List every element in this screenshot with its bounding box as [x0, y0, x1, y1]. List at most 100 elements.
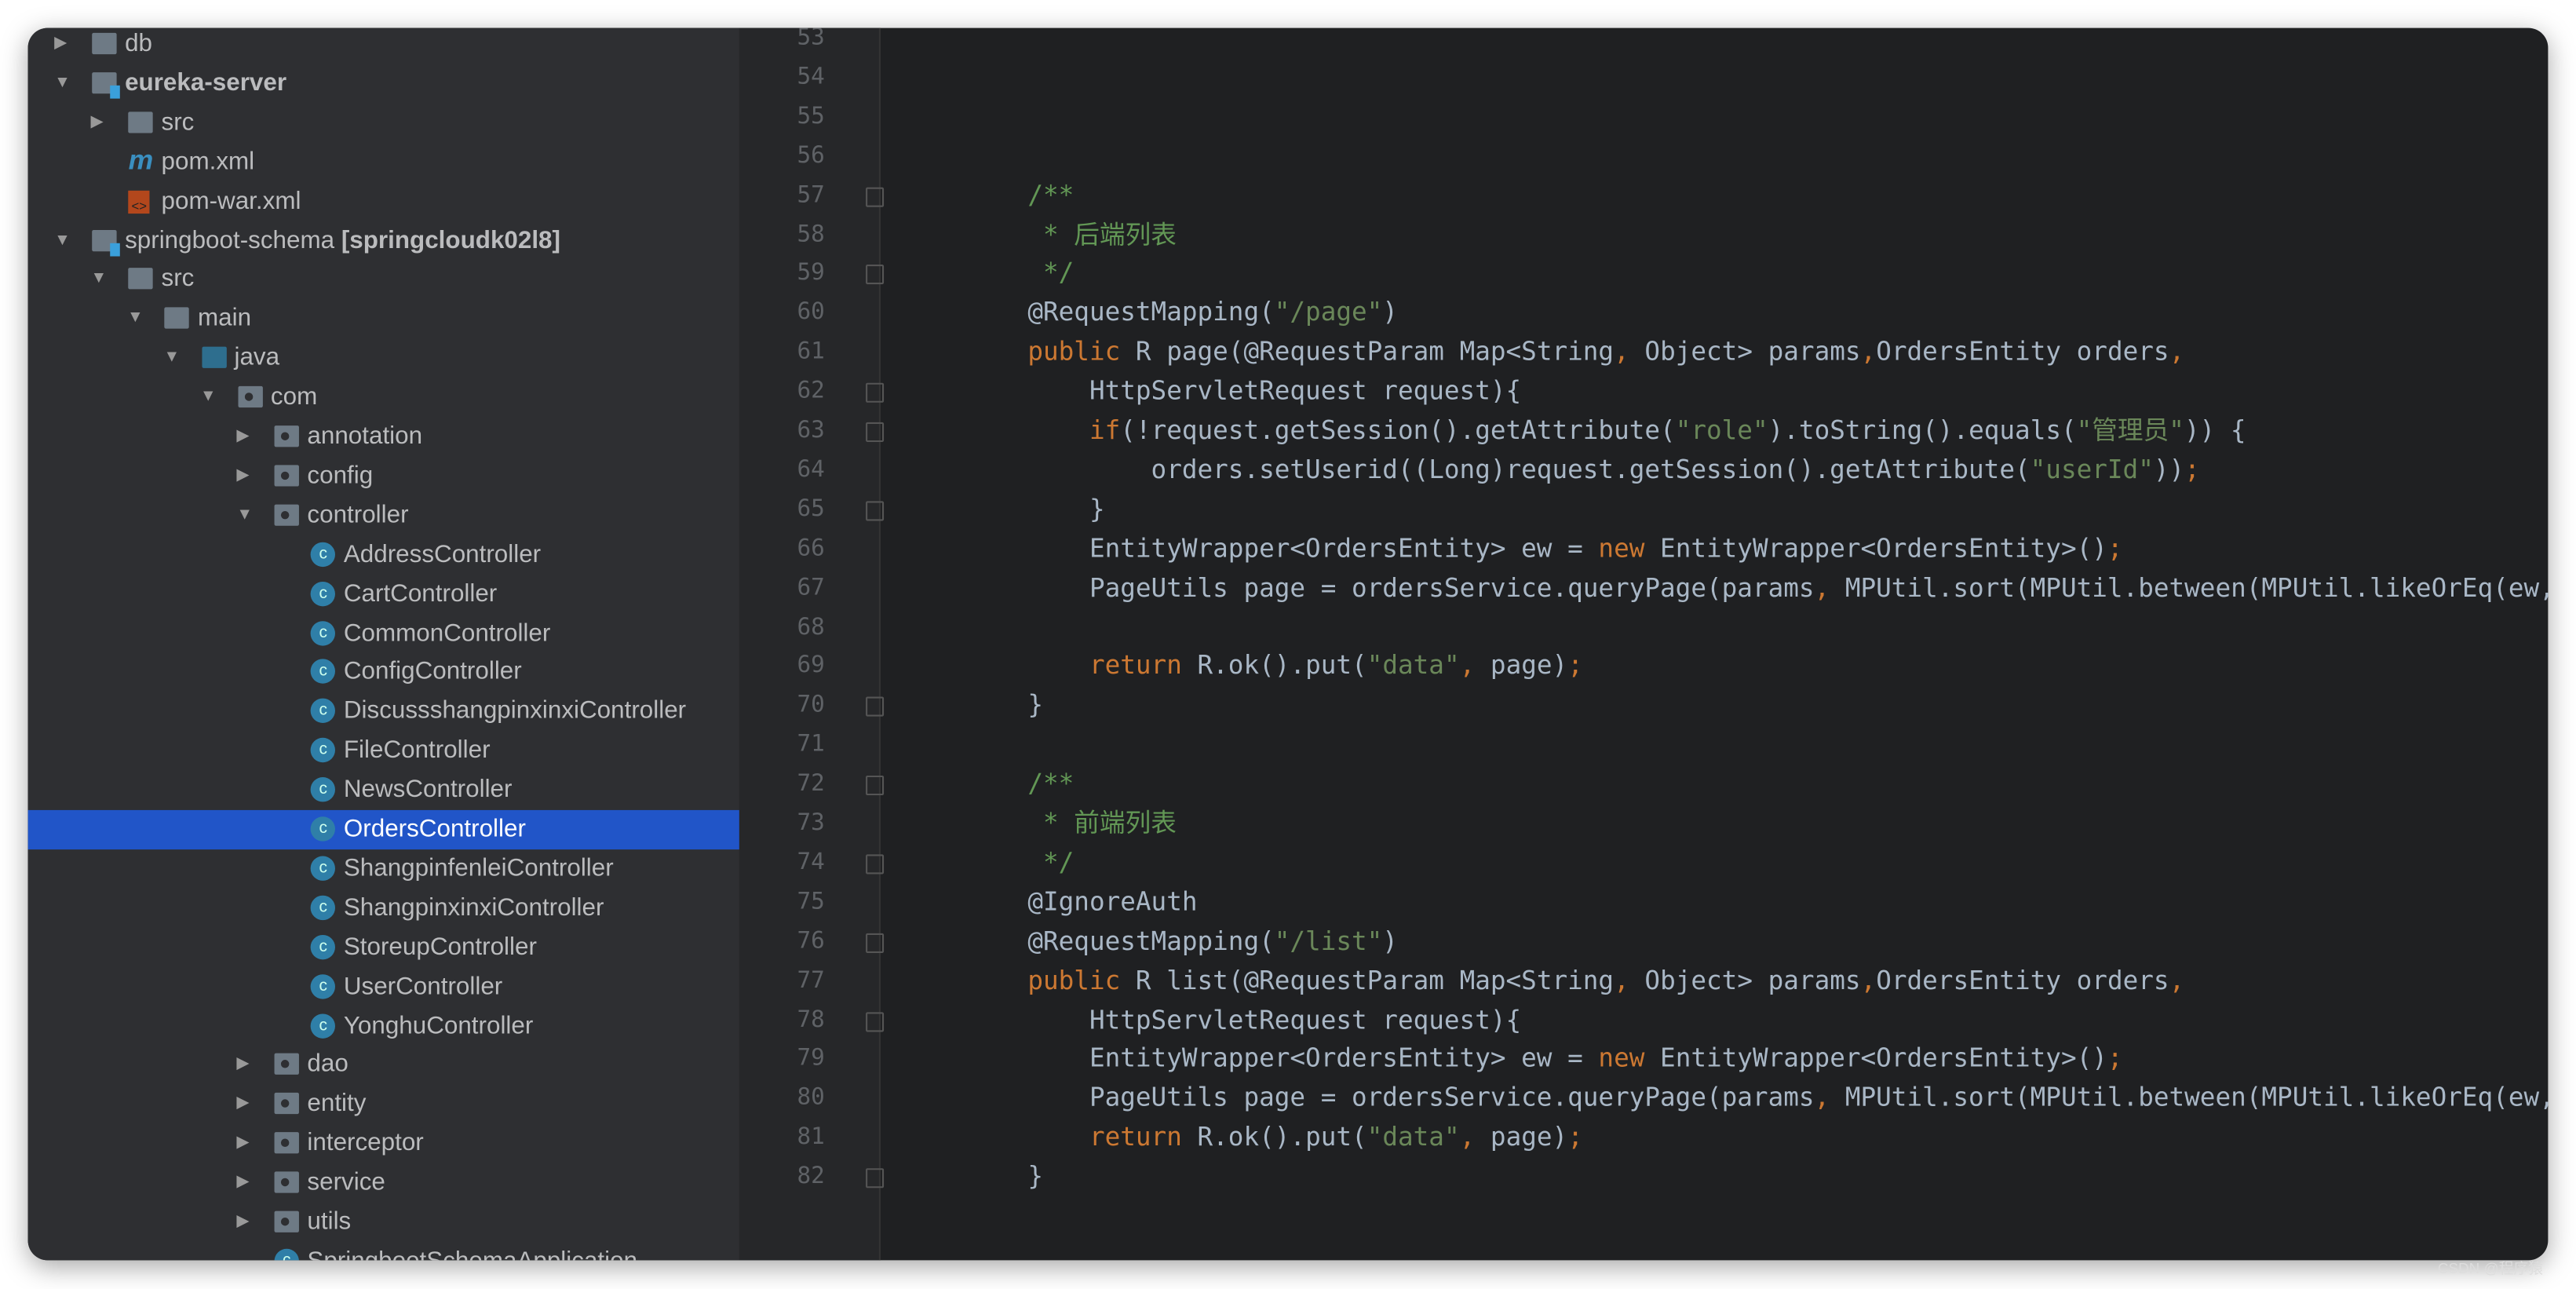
package-icon: [274, 504, 299, 526]
tree-item-pom-war.xml[interactable]: <> pom-war.xml: [28, 181, 739, 221]
folder-icon: [128, 268, 154, 290]
tree-item-label: controller: [307, 500, 409, 529]
package-icon: [274, 1053, 299, 1075]
chevron-right-icon[interactable]: ▶: [236, 1124, 253, 1163]
code-line: return R.ok().put("data", page);: [966, 646, 1583, 685]
tree-item-service[interactable]: ▶ service: [28, 1163, 739, 1203]
package-icon: [274, 465, 299, 487]
chevron-down-icon[interactable]: ▼: [127, 300, 144, 339]
tree-item-java[interactable]: ▼ java: [28, 339, 739, 378]
tree-item-springboot-schema[interactable]: ▼ springboot-schema [springcloudk02l8]: [28, 221, 739, 261]
tree-item-commoncontroller[interactable]: c CommonController: [28, 614, 739, 653]
tree-item-shangpinfenleicontroller[interactable]: c ShangpinfenleiController: [28, 849, 739, 889]
tree-item-utils[interactable]: ▶ utils: [28, 1203, 739, 1242]
tree-item-storeupcontroller[interactable]: c StoreupController: [28, 928, 739, 967]
tree-item-usercontroller[interactable]: c UserController: [28, 967, 739, 1006]
tree-item-config[interactable]: ▶ config: [28, 457, 739, 496]
chevron-down-icon[interactable]: ▼: [91, 261, 108, 300]
tree-item-orderscontroller[interactable]: c OrdersController: [27, 809, 739, 850]
code-line: /**: [966, 175, 1074, 214]
tree-item-filecontroller[interactable]: c FileController: [28, 732, 739, 771]
code-editor[interactable]: /** * 后端列表 */ @RequestMapping("/page") p…: [881, 28, 2548, 1261]
maven-icon: m: [128, 144, 154, 176]
tree-item-label: pom-war.xml: [161, 186, 301, 215]
code-token: "/list": [1274, 926, 1383, 956]
code-line: EntityWrapper<OrdersEntity> ew = new Ent…: [966, 1039, 2123, 1079]
code-token: ;: [2107, 533, 2123, 564]
chevron-right-icon[interactable]: ▶: [236, 1163, 253, 1203]
tree-item-label: pom.xml: [161, 147, 255, 176]
class-icon: c: [310, 816, 336, 842]
code-token: * 后端列表: [965, 219, 1177, 250]
chevron-down-icon[interactable]: ▼: [200, 378, 217, 418]
class-icon: c: [310, 699, 336, 724]
tree-item-discussshangpinxinxicontroller[interactable]: c DiscussshangpinxinxiController: [28, 692, 739, 732]
tree-item-dao[interactable]: ▶ dao: [28, 1046, 739, 1085]
code-token: ,: [2169, 337, 2185, 367]
chevron-right-icon[interactable]: ▶: [236, 457, 253, 496]
tree-item-label: entity: [307, 1090, 367, 1118]
chevron-right-icon[interactable]: ▶: [236, 1203, 253, 1242]
tree-item-addresscontroller[interactable]: c AddressController: [28, 535, 739, 575]
chevron-right-icon[interactable]: ▶: [91, 103, 108, 142]
tree-item-shangpinxinxicontroller[interactable]: c ShangpinxinxiController: [28, 889, 739, 928]
code-token: orders.setUserid((Long)request.getSessio…: [965, 455, 2031, 485]
tree-item-com[interactable]: ▼ com: [28, 378, 739, 418]
tree-item-entity[interactable]: ▶ entity: [28, 1085, 739, 1124]
chevron-down-icon[interactable]: ▼: [54, 221, 71, 261]
tree-item-springbootschemaapplication[interactable]: c SpringbootSchemaApplication: [28, 1242, 739, 1261]
tree-item-src[interactable]: ▶ src: [28, 103, 739, 142]
tree-item-label: CommonController: [343, 619, 551, 647]
tree-item-main[interactable]: ▼ main: [28, 300, 739, 339]
class-icon: c: [310, 738, 336, 763]
tree-item-db[interactable]: ▶ db: [28, 28, 739, 64]
folder-icon: [128, 111, 154, 133]
tree-item-cartcontroller[interactable]: c CartController: [28, 575, 739, 614]
line-number: 64: [797, 456, 825, 484]
line-number: 77: [797, 966, 825, 994]
chevron-right-icon[interactable]: ▶: [54, 28, 71, 64]
code-line: @RequestMapping("/page"): [966, 293, 1398, 332]
code-token: Object> params: [1644, 965, 1861, 995]
package-icon: [274, 1171, 299, 1193]
tree-item-label: eureka-server: [125, 68, 287, 97]
tree-item-label: service: [307, 1168, 385, 1196]
code-token: ,: [1814, 572, 1845, 603]
line-number: 69: [797, 652, 825, 680]
code-token: )) {: [2184, 415, 2246, 446]
tree-item-annotation[interactable]: ▶ annotation: [28, 418, 739, 457]
package-icon: [274, 1210, 299, 1232]
tree-item-label: utils: [307, 1207, 352, 1236]
tree-item-eureka-server[interactable]: ▼ eureka-server: [28, 64, 739, 103]
line-number: 63: [797, 417, 825, 444]
tree-item-configcontroller[interactable]: c ConfigController: [28, 653, 739, 692]
package-icon: [274, 1093, 299, 1115]
code-token: ): [1382, 926, 1398, 956]
code-token: PageUtils page = ordersService.queryPage…: [965, 572, 1815, 603]
tree-item-pom.xml[interactable]: m pom.xml: [28, 142, 739, 181]
code-line: EntityWrapper<OrdersEntity> ew = new Ent…: [966, 528, 2123, 568]
chevron-right-icon[interactable]: ▶: [236, 1046, 253, 1085]
line-number: 57: [797, 181, 825, 208]
chevron-down-icon[interactable]: ▼: [236, 496, 253, 535]
line-number: 72: [797, 770, 825, 798]
code-line: public R page(@RequestParam Map<String, …: [966, 332, 2184, 371]
chevron-right-icon[interactable]: ▶: [236, 1085, 253, 1124]
code-line: HttpServletRequest request){: [966, 371, 1521, 411]
tree-item-src[interactable]: ▼ src: [28, 261, 739, 300]
tree-item-yonghucontroller[interactable]: c YonghuController: [28, 1006, 739, 1046]
class-icon: c: [310, 620, 336, 645]
tree-item-controller[interactable]: ▼ controller: [28, 496, 739, 535]
tree-item-label: UserController: [343, 972, 503, 1000]
code-token: OrdersEntity orders: [1876, 337, 2169, 367]
tree-item-interceptor[interactable]: ▶ interceptor: [28, 1124, 739, 1163]
code-token: R.ok().put(: [1197, 651, 1367, 681]
chevron-down-icon[interactable]: ▼: [163, 339, 180, 378]
tree-item-newscontroller[interactable]: c NewsController: [28, 771, 739, 810]
tree-item-label: java: [234, 343, 280, 372]
project-tree[interactable]: ▶ db ▼ eureka-server ▶ src m pom.xml <> pom-war.x…: [27, 27, 739, 1261]
chevron-right-icon[interactable]: ▶: [236, 418, 253, 457]
code-line: */: [966, 843, 1074, 882]
class-icon: c: [310, 542, 336, 567]
chevron-down-icon[interactable]: ▼: [54, 64, 71, 103]
